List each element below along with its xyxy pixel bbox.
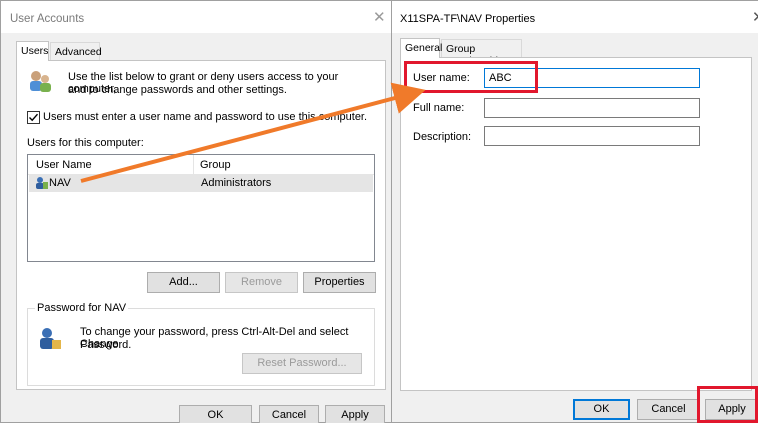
tab-users[interactable]: Users [16,41,49,61]
tab-general[interactable]: General [400,38,442,58]
annotation-arrow [80,82,426,183]
